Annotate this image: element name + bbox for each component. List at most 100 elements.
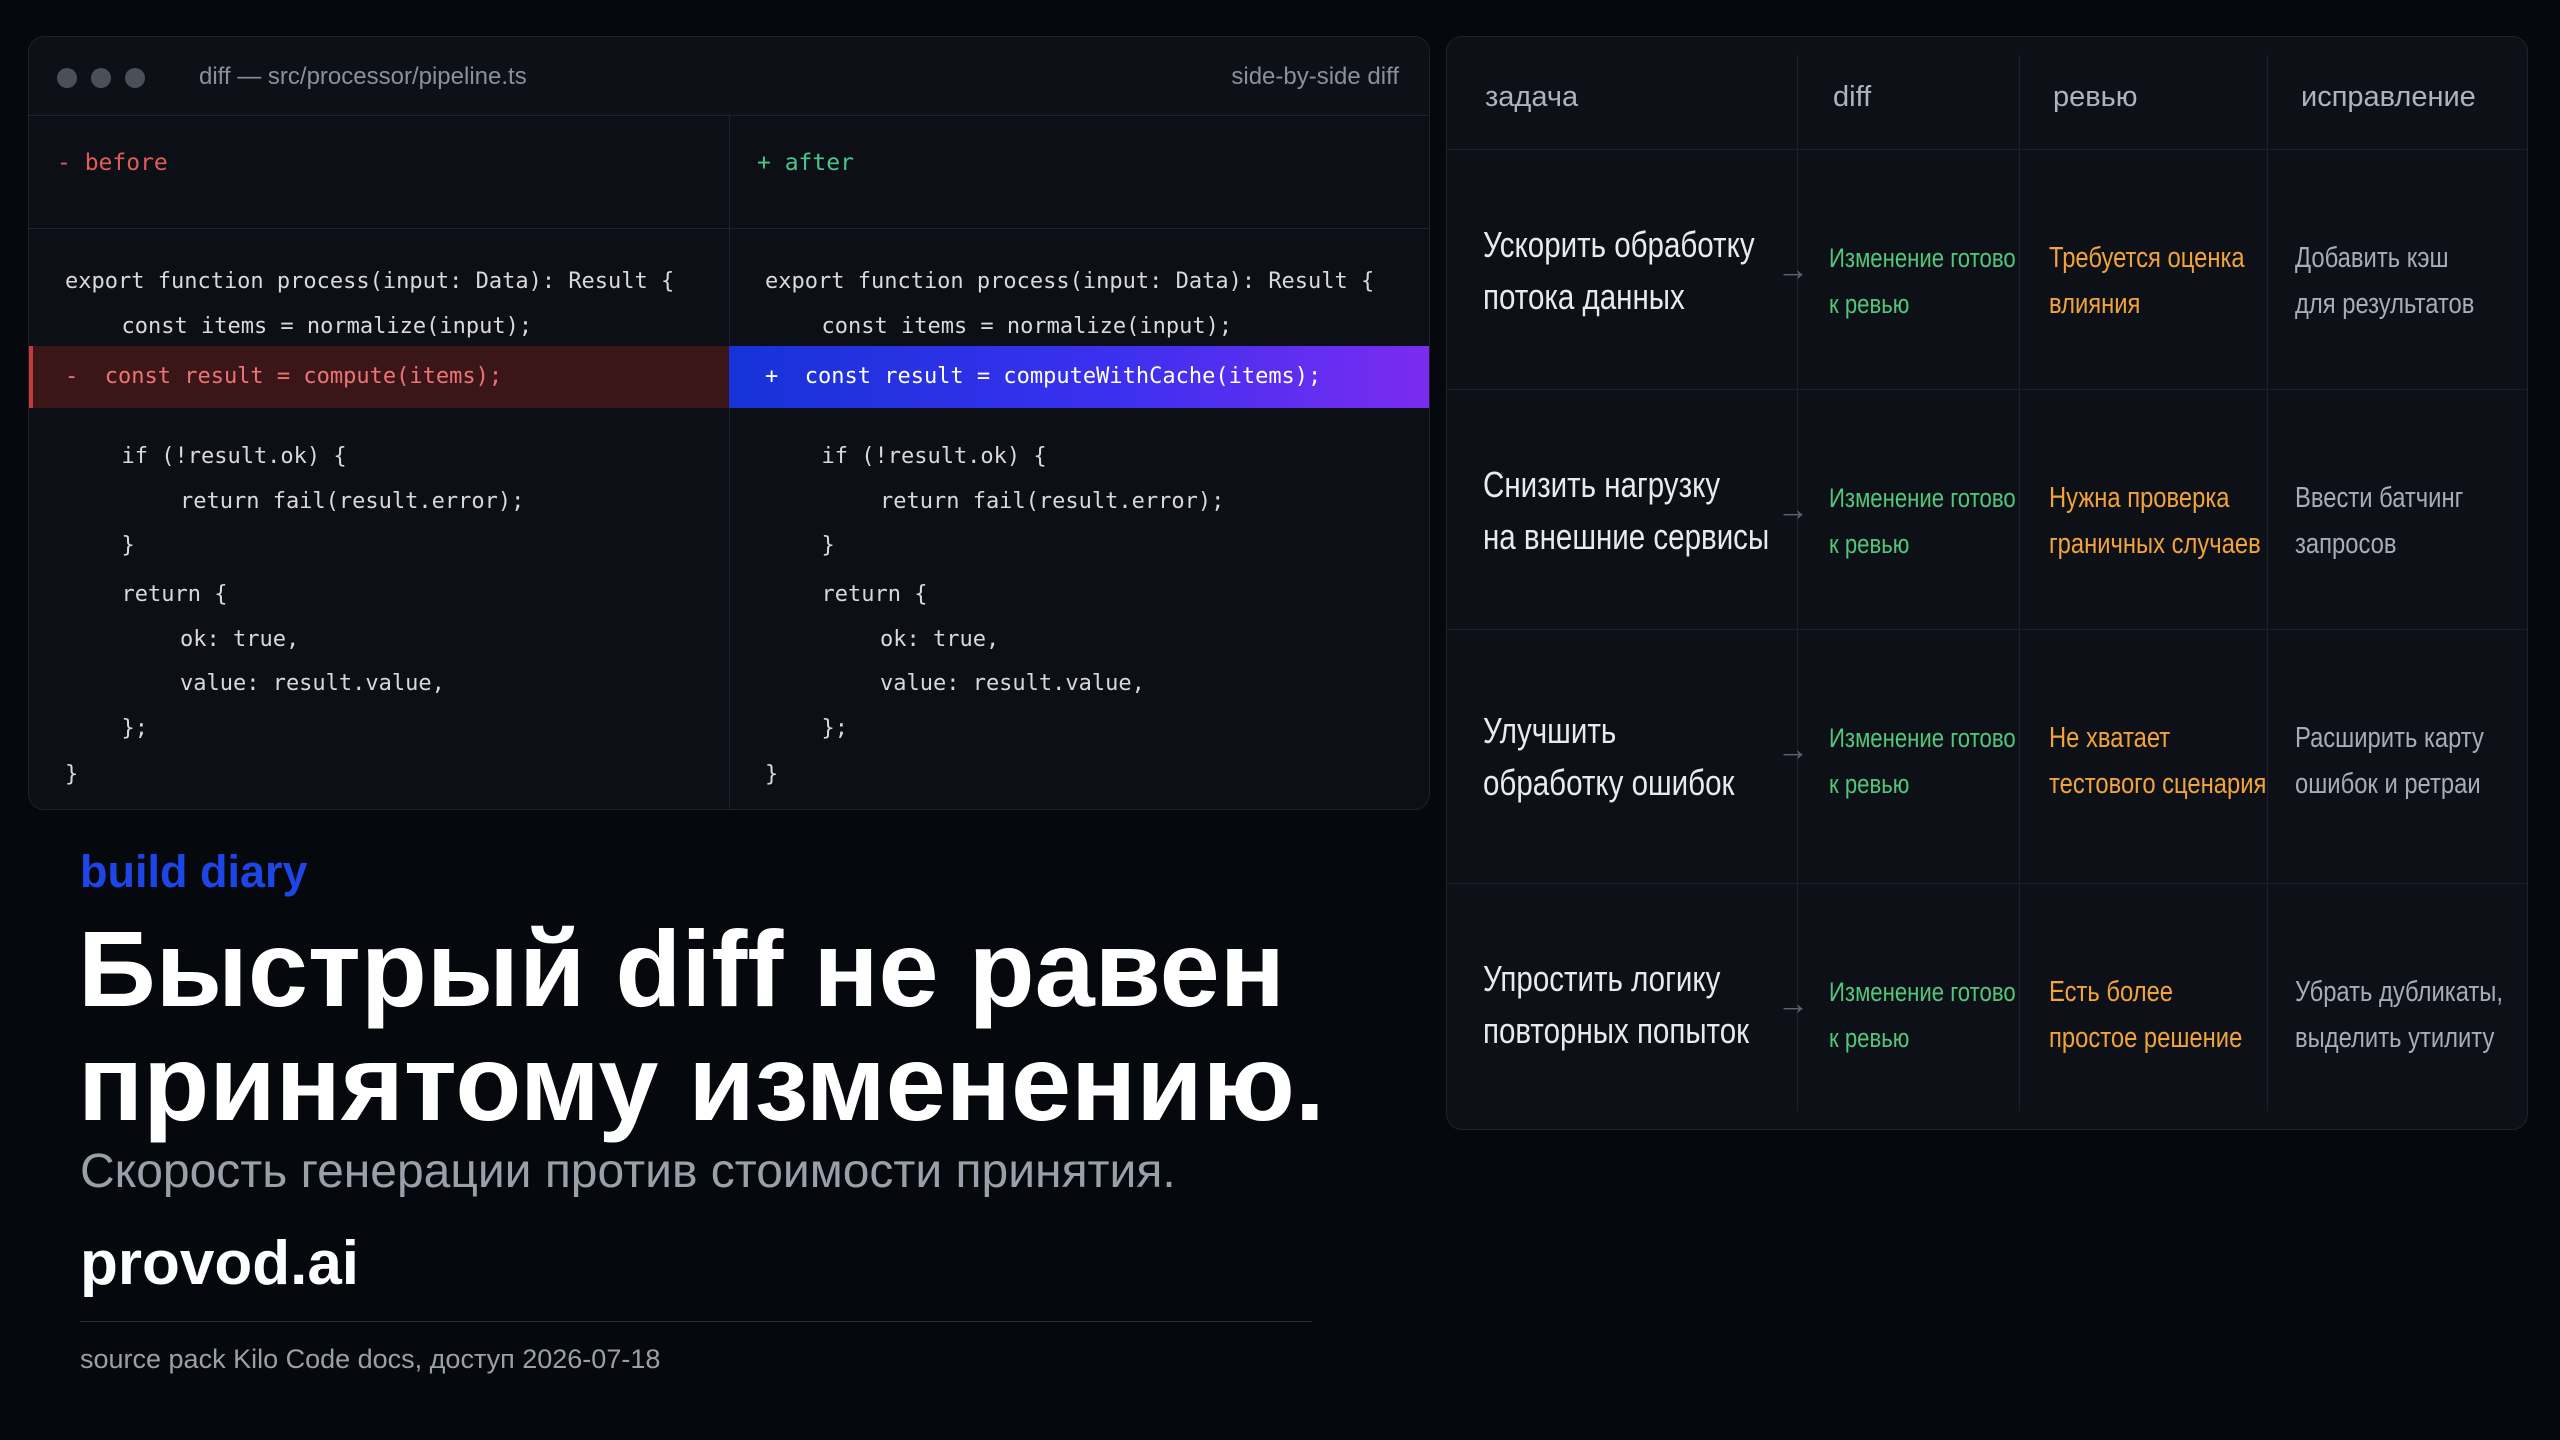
code-line: return { bbox=[729, 572, 1429, 618]
code-text: const items = normalize(input); bbox=[95, 314, 533, 339]
code-text: } bbox=[95, 533, 135, 558]
code-text: ok: true, bbox=[827, 627, 1000, 652]
review-note-line-1: Не хватает bbox=[2049, 715, 2197, 761]
diff-status-line-1: Изменение готово bbox=[1829, 969, 2057, 1015]
review-note-line-2: влияния bbox=[2049, 281, 2160, 327]
code-line: ok: true, bbox=[29, 617, 729, 663]
diff-status-line-1: Изменение готово bbox=[1829, 715, 2057, 761]
window-titlebar: diff — src/processor/pipeline.ts side-by… bbox=[29, 37, 1429, 116]
arrow-right-icon: → bbox=[1777, 731, 1809, 767]
column-divider bbox=[1797, 55, 1798, 1111]
column-divider bbox=[2267, 55, 2268, 1111]
column-header-task: задача bbox=[1485, 81, 1579, 113]
fix-note-line-2-text: для результатов bbox=[2295, 288, 2475, 320]
column-header-fix: исправление bbox=[2301, 81, 2476, 113]
code-line: export function process(input: Data): Re… bbox=[29, 259, 729, 305]
row-divider bbox=[1447, 389, 2527, 390]
window-maximize-dot[interactable] bbox=[125, 68, 145, 88]
column-header-review: ревью bbox=[2053, 81, 2138, 113]
code-line: } bbox=[729, 752, 1429, 798]
before-label: - before bbox=[29, 115, 729, 229]
code-line: value: result.value, bbox=[729, 661, 1429, 707]
headline-line-2: принятому изменению. bbox=[78, 1022, 1325, 1143]
code-line: export function process(input: Data): Re… bbox=[729, 259, 1429, 305]
task-title-line-1: Упростить логику bbox=[1483, 953, 1772, 1005]
code-line: ok: true, bbox=[729, 617, 1429, 663]
column-header-diff: diff bbox=[1833, 81, 1872, 113]
fix-note-line-2: для результатов bbox=[2295, 281, 2514, 327]
code-line: } bbox=[29, 523, 729, 569]
diff-window: diff — src/processor/pipeline.ts side-by… bbox=[28, 36, 1430, 810]
code-text: }; bbox=[95, 716, 148, 741]
task-title-line-1-text: Ускорить обработку bbox=[1483, 224, 1755, 265]
task-title-line-2-text: потока данных bbox=[1483, 276, 1685, 317]
fix-note-line-1-text: Добавить кэш bbox=[2295, 242, 2449, 274]
column-divider bbox=[2019, 55, 2020, 1111]
code-text: } bbox=[795, 533, 835, 558]
task-title-line-1-text: Упростить логику bbox=[1483, 958, 1721, 999]
code-line: value: result.value, bbox=[29, 661, 729, 707]
task-title-line-1-text: Снизить нагрузку bbox=[1483, 464, 1721, 505]
brand-name[interactable]: provod.ai bbox=[80, 1228, 359, 1299]
fix-note-line-1: Убрать дубликаты, bbox=[2295, 969, 2527, 1015]
diff-status-line-2-text: к ревью bbox=[1829, 529, 1910, 559]
code-text: + const result = computeWithCache(items)… bbox=[765, 364, 1322, 389]
code-line: }; bbox=[29, 706, 729, 752]
review-note-line-1: Требуется оценка bbox=[2049, 235, 2288, 281]
after-label: + after bbox=[729, 115, 1429, 229]
after-pane: + after export function process(input: D… bbox=[729, 115, 1429, 809]
code-line: const items = normalize(input); bbox=[729, 304, 1429, 350]
review-table: задача diff ревью исправление Ускорить о… bbox=[1446, 36, 2528, 1130]
diff-status-line-2: к ревью bbox=[1829, 1015, 1927, 1061]
diff-status-line-2-text: к ревью bbox=[1829, 769, 1910, 799]
review-note-line-1: Нужна проверка bbox=[2049, 475, 2269, 521]
fix-note-line-1: Ввести батчинг bbox=[2295, 475, 2500, 521]
code-text: } bbox=[65, 762, 79, 787]
before-pane: - before export function process(input: … bbox=[29, 115, 730, 809]
task-title-line-2: повторных попыток bbox=[1483, 1005, 1807, 1057]
diff-status-line-2-text: к ревью bbox=[1829, 1023, 1910, 1053]
diff-status-line-1: Изменение готово bbox=[1829, 235, 2057, 281]
review-note-line-1: Есть более bbox=[2049, 969, 2200, 1015]
task-title-line-2-text: обработку ошибок bbox=[1483, 762, 1735, 803]
row-divider bbox=[1447, 149, 2527, 150]
window-minimize-dot[interactable] bbox=[91, 68, 111, 88]
fix-note-line-1-text: Ввести батчинг bbox=[2295, 482, 2464, 514]
code-line: return fail(result.error); bbox=[29, 479, 729, 525]
row-divider bbox=[1447, 629, 2527, 630]
review-note-line-2: граничных случаев bbox=[2049, 521, 2307, 567]
fix-note-line-2-text: ошибок и ретраи bbox=[2295, 768, 2481, 800]
fix-note-line-1: Добавить кэш bbox=[2295, 235, 2482, 281]
code-text: if (!result.ok) { bbox=[95, 444, 347, 469]
code-line: if (!result.ok) { bbox=[29, 434, 729, 480]
added-code-line: + const result = computeWithCache(items)… bbox=[729, 346, 1429, 408]
review-note-line-2: простое решение bbox=[2049, 1015, 2285, 1061]
review-note-line-1-text: Не хватает bbox=[2049, 722, 2171, 754]
diff-mode-label[interactable]: side-by-side diff bbox=[1231, 63, 1399, 91]
code-line: }; bbox=[729, 706, 1429, 752]
task-title-line-2-text: на внешние сервисы bbox=[1483, 516, 1770, 557]
fix-note-line-2: выделить утилиту bbox=[2295, 1015, 2527, 1061]
diff-status-line-1-text: Изменение готово bbox=[1829, 243, 2016, 273]
diff-status-line-2: к ревью bbox=[1829, 281, 1927, 327]
code-text: return fail(result.error); bbox=[127, 489, 525, 514]
diff-status-line-1-text: Изменение готово bbox=[1829, 977, 2016, 1007]
window-close-dot[interactable] bbox=[57, 68, 77, 88]
arrow-right-icon: → bbox=[1777, 985, 1809, 1021]
subtitle: Скорость генерации против стоимости прин… bbox=[80, 1145, 1176, 1198]
fix-note-line-2: ошибок и ретраи bbox=[2295, 761, 2521, 807]
fix-note-line-1-text: Убрать дубликаты, bbox=[2295, 976, 2503, 1008]
task-title-line-1: Ускорить обработку bbox=[1483, 219, 1814, 271]
diff-status-line-1-text: Изменение готово bbox=[1829, 483, 2016, 513]
code-text: ok: true, bbox=[127, 627, 300, 652]
code-text: value: result.value, bbox=[127, 671, 445, 696]
fix-note-line-1-text: Расширить карту bbox=[2295, 722, 2484, 754]
kicker-label: build diary bbox=[80, 846, 308, 897]
code-line: } bbox=[29, 752, 729, 798]
code-text: export function process(input: Data): Re… bbox=[765, 269, 1375, 294]
code-line: const items = normalize(input); bbox=[29, 304, 729, 350]
code-text: return fail(result.error); bbox=[827, 489, 1225, 514]
arrow-right-icon: → bbox=[1777, 251, 1809, 287]
code-text: }; bbox=[795, 716, 848, 741]
code-text: export function process(input: Data): Re… bbox=[65, 269, 675, 294]
